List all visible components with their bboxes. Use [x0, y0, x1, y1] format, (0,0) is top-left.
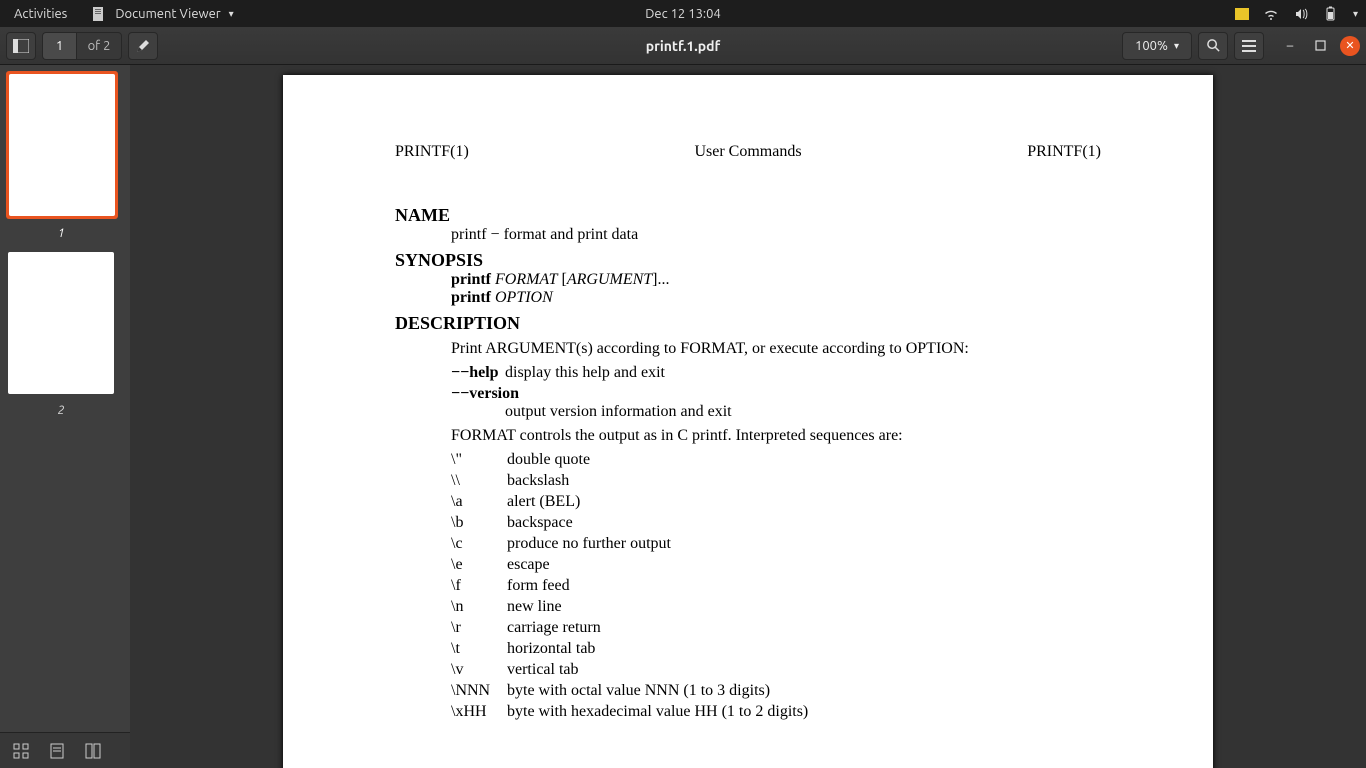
clock[interactable]: Dec 12 13:04: [645, 7, 721, 21]
escape-sequence-row: \thorizontal tab: [451, 640, 1101, 658]
escape-sequence-row: \NNNbyte with octal value NNN (1 to 3 di…: [451, 682, 1101, 700]
zoom-value: 100%: [1135, 39, 1168, 53]
document-title: printf.1.pdf: [646, 38, 721, 54]
header-left: PRINTF(1): [395, 143, 469, 161]
escape-sequence-row: \xHHbyte with hexadecimal value HH (1 to…: [451, 703, 1101, 721]
menu-button[interactable]: [1234, 32, 1264, 60]
window-controls: – ✕: [1280, 36, 1360, 56]
content-area: 1 2: [0, 65, 1366, 768]
top-panel: Activities Document Viewer ▾ Dec 12 13:0…: [0, 0, 1366, 27]
escape-sequence-row: \nnew line: [451, 598, 1101, 616]
escape-sequence-row: \aalert (BEL): [451, 493, 1101, 511]
current-page-input[interactable]: 1: [42, 32, 76, 60]
notification-icon[interactable]: [1235, 8, 1249, 20]
toolbar: 1 of 2 printf.1.pdf 100% ▾ – ✕: [0, 27, 1366, 65]
thumbnail-list: 1 2: [0, 65, 130, 732]
volume-icon[interactable]: [1293, 6, 1309, 22]
side-pane-toggle[interactable]: [6, 32, 36, 60]
close-button[interactable]: ✕: [1340, 36, 1360, 56]
document-viewer-window: 1 of 2 printf.1.pdf 100% ▾ – ✕: [0, 27, 1366, 768]
thumbnail-page-2[interactable]: 2: [6, 250, 116, 417]
maximize-button[interactable]: [1310, 36, 1330, 56]
sidebar: 1 2: [0, 65, 130, 768]
section-synopsis: SYNOPSIS: [395, 250, 1101, 271]
page-selector: 1 of 2: [42, 32, 122, 60]
minimize-button[interactable]: –: [1280, 36, 1300, 56]
view-annotations-button[interactable]: [78, 738, 108, 764]
zoom-selector[interactable]: 100% ▾: [1122, 32, 1192, 60]
total-pages-label: of 2: [76, 32, 122, 60]
description-intro: Print ARGUMENT(s) according to FORMAT, o…: [451, 340, 1101, 358]
battery-icon[interactable]: [1323, 6, 1339, 22]
sidebar-footer: [0, 732, 130, 768]
escape-sequence-row: \bbackspace: [451, 514, 1101, 532]
name-line: printf − format and print data: [451, 226, 1101, 244]
thumbnail-page-1[interactable]: 1: [6, 71, 116, 240]
chevron-down-icon[interactable]: ▾: [1353, 8, 1358, 20]
synopsis-line-1: printf FORMAT [ARGUMENT]...: [451, 271, 1101, 289]
document-viewer-icon: [91, 6, 107, 22]
escape-sequence-row: \eescape: [451, 556, 1101, 574]
escape-sequence-row: \fform feed: [451, 577, 1101, 595]
header-right: PRINTF(1): [1027, 143, 1101, 161]
system-tray: ▾: [1235, 6, 1358, 22]
escape-sequence-row: \rcarriage return: [451, 619, 1101, 637]
escape-sequence-row: \cproduce no further output: [451, 535, 1101, 553]
man-header: PRINTF(1) User Commands PRINTF(1): [395, 143, 1101, 161]
escape-sequence-row: \"double quote: [451, 451, 1101, 469]
chevron-down-icon: ▾: [1174, 40, 1179, 52]
synopsis-line-2: printf OPTION: [451, 289, 1101, 307]
option-version: −−version output version information and…: [451, 385, 1101, 421]
escape-sequence-list: \"double quote \\backslash \aalert (BEL) \b…: [395, 451, 1101, 721]
section-name: NAME: [395, 205, 1101, 226]
page-viewer[interactable]: PRINTF(1) User Commands PRINTF(1) NAME p…: [130, 65, 1366, 768]
wifi-icon[interactable]: [1263, 6, 1279, 22]
thumbnail-label: 2: [6, 404, 116, 417]
chevron-down-icon: ▾: [229, 8, 234, 20]
escape-sequence-row: \\backslash: [451, 472, 1101, 490]
section-description: DESCRIPTION: [395, 313, 1101, 334]
escape-sequence-row: \vvertical tab: [451, 661, 1101, 679]
view-thumbnails-button[interactable]: [6, 738, 36, 764]
app-menu[interactable]: Document Viewer ▾: [81, 6, 243, 22]
annotate-button[interactable]: [128, 32, 158, 60]
header-center: User Commands: [694, 143, 801, 161]
search-button[interactable]: [1198, 32, 1228, 60]
option-help: −−help display this help and exit: [451, 364, 1101, 382]
pdf-page: PRINTF(1) User Commands PRINTF(1) NAME p…: [283, 75, 1213, 768]
format-intro: FORMAT controls the output as in C print…: [451, 427, 1101, 445]
thumbnail-label: 1: [6, 227, 116, 240]
view-outline-button[interactable]: [42, 738, 72, 764]
app-menu-label: Document Viewer: [115, 7, 220, 21]
activities-button[interactable]: Activities: [0, 7, 81, 21]
